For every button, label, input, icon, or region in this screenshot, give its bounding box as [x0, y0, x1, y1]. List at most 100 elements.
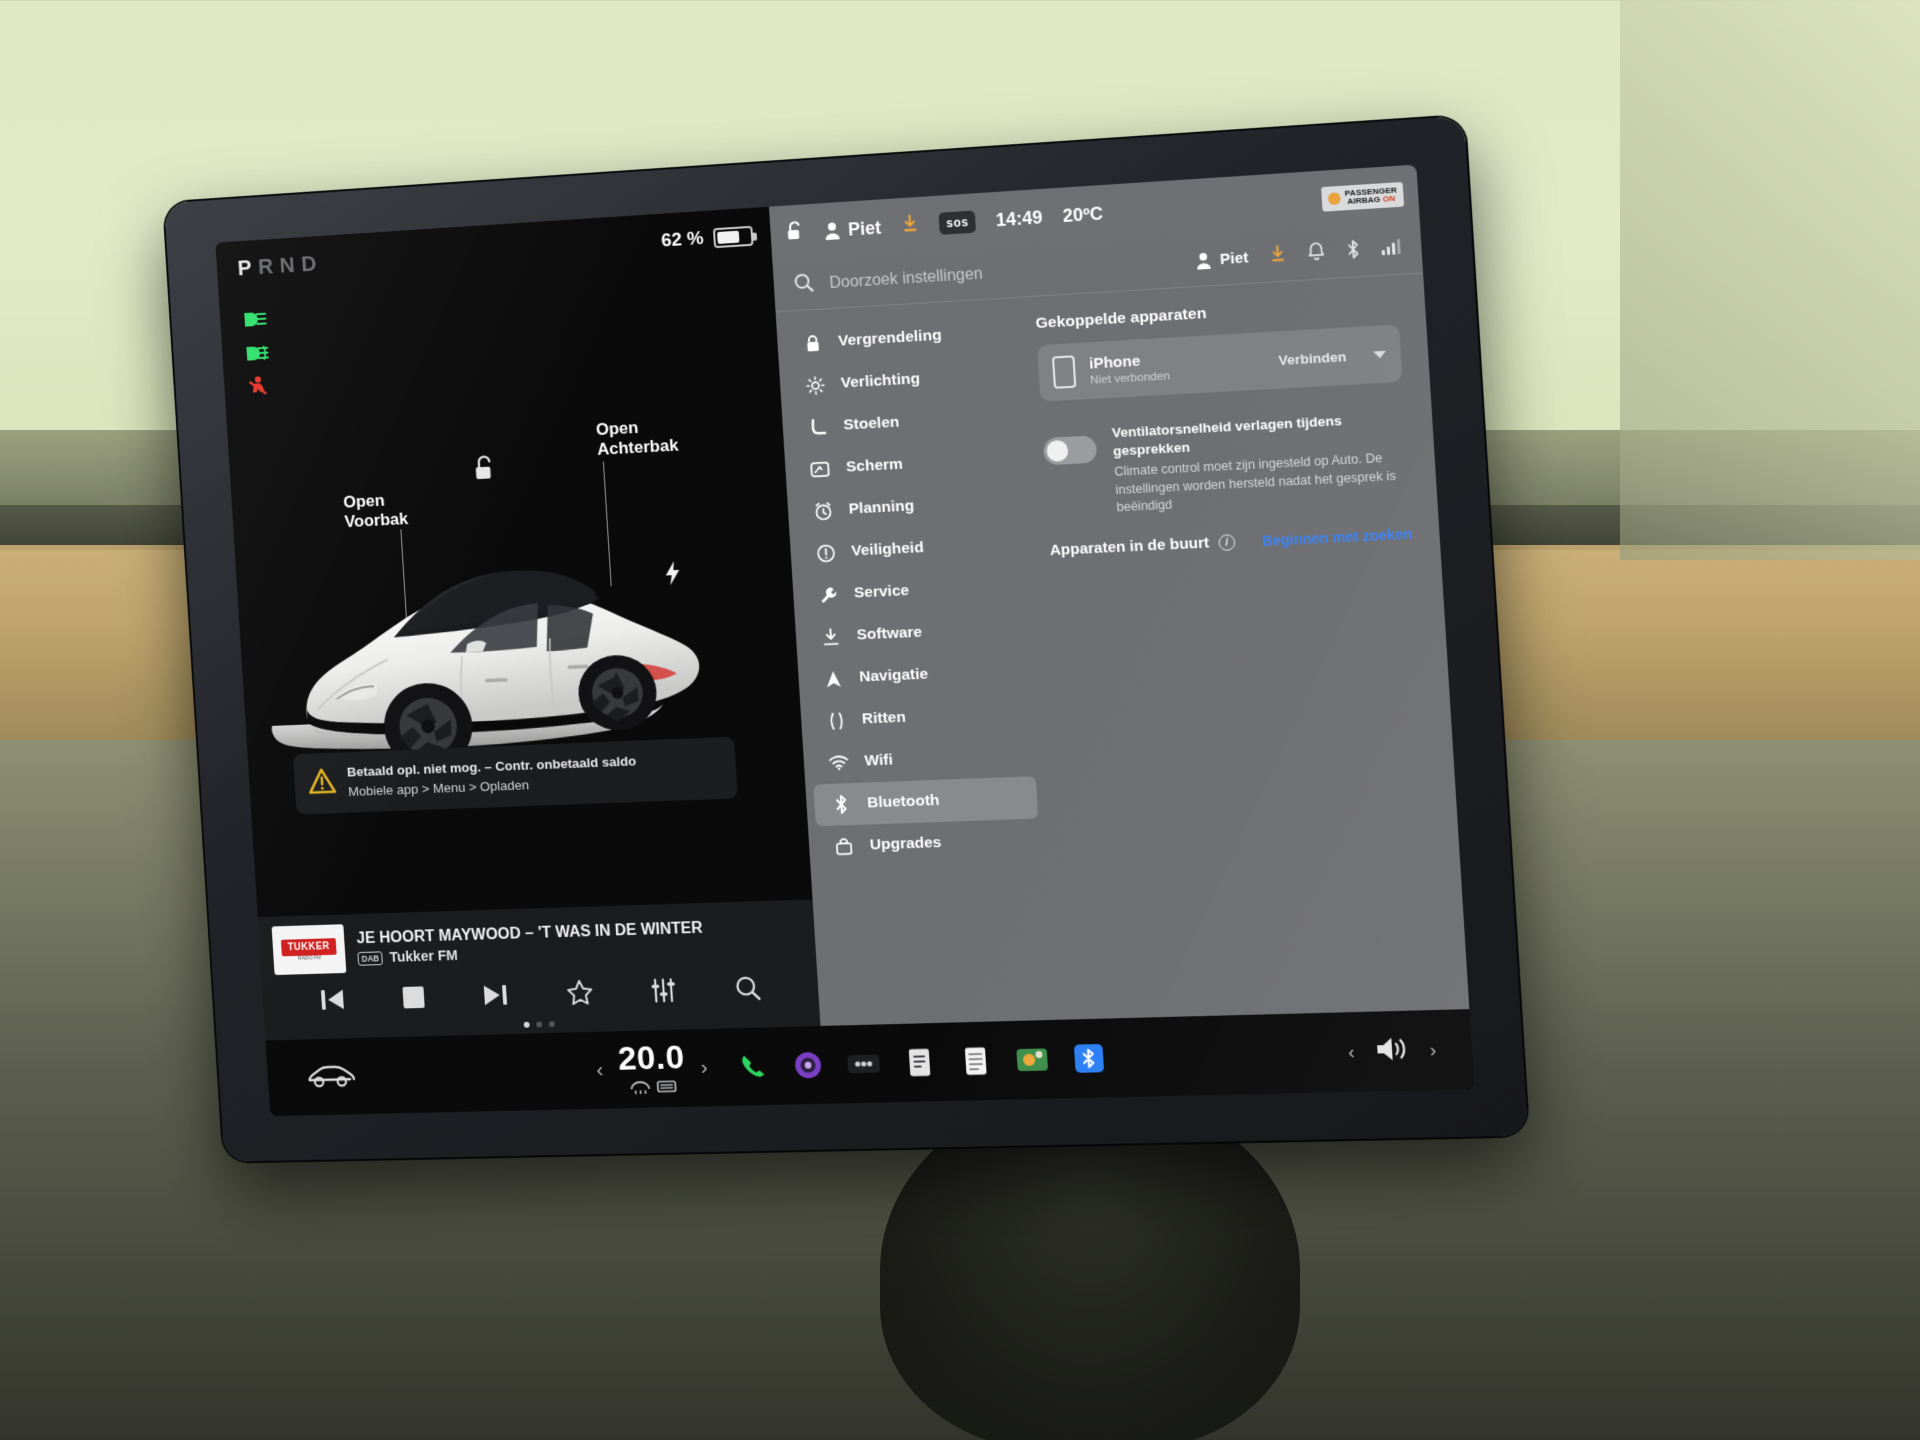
temp-decrease-button[interactable]: ‹ [596, 1058, 604, 1082]
outside-temperature: 20ºC [1062, 202, 1104, 226]
defrost-icons [619, 1079, 687, 1099]
bottom-bar-center: ‹ 20.0 › [486, 1025, 1223, 1103]
sidebar-item-label: Service [853, 582, 910, 602]
temp-increase-button[interactable]: › [700, 1056, 708, 1080]
front-defrost-icon[interactable] [629, 1080, 652, 1099]
nearby-devices-row: Apparaten in de buurt i Beginnen met zoe… [1049, 525, 1413, 560]
settings-body: Vergrendeling Verlichting Stoelen Scherm… [776, 273, 1470, 1026]
settings-nav-list: Vergrendeling Verlichting Stoelen Scherm… [776, 298, 1060, 1026]
info-icon[interactable]: i [1217, 533, 1236, 551]
connect-button[interactable]: Verbinden [1278, 348, 1347, 367]
stop-icon[interactable] [400, 984, 427, 1015]
sidebar-item-label: Bluetooth [866, 791, 941, 812]
main-body: Open Voorbak Open Achterbak Betaald opl.… [218, 222, 1470, 1041]
unlock-icon[interactable] [786, 219, 806, 247]
rear-trunk-label-2: Achterbak [596, 436, 680, 460]
clock: 14:49 [995, 206, 1044, 230]
battery-percent: 62 % [660, 227, 705, 252]
gear-rnd: RND [257, 250, 324, 279]
center-touchscreen[interactable]: PRND 62 % Piet sos 14:49 20ºC PASSENGER … [164, 115, 1529, 1162]
nearby-devices-title: Apparaten in de buurt [1049, 534, 1210, 560]
media-search-icon[interactable] [733, 974, 763, 1008]
volume-decrease-button[interactable]: ‹ [1348, 1041, 1356, 1063]
climate-temperature-control[interactable]: ‹ 20.0 › [594, 1038, 709, 1100]
fan-speed-description: Climate control moet zijn ingesteld op A… [1113, 451, 1397, 515]
sos-button[interactable]: sos [938, 210, 977, 235]
sidebar-item-label: Verlichting [840, 370, 921, 392]
next-track-icon[interactable] [480, 980, 511, 1015]
app-launcher-row [734, 1040, 1108, 1085]
album-art[interactable]: TUKKER RADIO FM [271, 924, 347, 976]
settings-panel: Doorzoek instellingen Piet Vergrendeling… [772, 222, 1470, 1026]
device-info: iPhone Niet verbonden [1089, 345, 1265, 386]
sidebar-item-label: Veiligheid [850, 539, 925, 560]
bluetooth-settings-content: Gekoppelde apparaten iPhone Niet verbond… [1014, 273, 1470, 1019]
windshield-pillar [1620, 0, 1920, 560]
road-icon [825, 711, 848, 731]
search-input[interactable]: Doorzoek instellingen [829, 253, 1180, 293]
bluetooth-icon[interactable] [1345, 239, 1361, 264]
station-name: Tukker FM [389, 947, 459, 966]
sidebar-item-label: Ritten [861, 708, 907, 728]
nearby-devices-label-group: Apparaten in de buurt i [1049, 533, 1236, 560]
fan-speed-toggle[interactable] [1042, 435, 1098, 466]
sidebar-item-upgrades[interactable]: Upgrades [816, 818, 1041, 868]
settings-header-icons: Piet [1195, 236, 1401, 273]
volume-increase-button[interactable]: › [1429, 1039, 1437, 1061]
charge-alert-line1: Betaald opl. niet mog. – Contr. onbetaal… [346, 752, 637, 780]
person-icon [1197, 252, 1212, 270]
equalizer-sliders-icon[interactable] [649, 976, 678, 1009]
airbag-label-bottom: AIRBAG [1347, 194, 1381, 207]
passenger-airbag-indicator: PASSENGER AIRBAG ON [1321, 181, 1405, 213]
sidebar-item-label: Scherm [845, 455, 904, 476]
download-arrow-icon[interactable] [1268, 244, 1287, 268]
car-visualization[interactable]: Open Voorbak Open Achterbak Betaald opl.… [219, 263, 813, 918]
wrench-icon [817, 585, 840, 605]
bottom-bar-left [267, 1057, 489, 1095]
voice-assistant-icon[interactable] [789, 1047, 827, 1084]
sidebar-item-label: Wifi [864, 751, 894, 770]
temperature-value: 20.0 [616, 1038, 686, 1078]
seat-icon [806, 417, 829, 437]
rear-trunk-callout[interactable]: Open Achterbak [595, 416, 679, 461]
page-dot[interactable] [523, 1021, 530, 1028]
car-icon[interactable] [305, 1060, 356, 1093]
rear-defrost-icon[interactable] [655, 1079, 678, 1098]
media-dots-icon[interactable] [845, 1045, 883, 1082]
display-icon [809, 460, 832, 478]
bluetooth-app-icon[interactable] [1070, 1040, 1109, 1077]
phone-icon[interactable] [734, 1048, 772, 1085]
sidebar-item-label: Upgrades [869, 833, 942, 854]
airbag-dot-icon [1328, 192, 1342, 206]
gear-indicator: PRND [237, 250, 324, 281]
signal-bars-icon[interactable] [1381, 238, 1401, 261]
page-dot[interactable] [535, 1021, 542, 1028]
favorite-star-icon[interactable] [565, 979, 594, 1012]
previous-track-icon[interactable] [316, 985, 347, 1020]
sidebar-item-label: Software [856, 623, 923, 644]
paired-device-row[interactable]: iPhone Niet verbonden Verbinden [1036, 324, 1403, 402]
settings-profile[interactable]: Piet [1196, 249, 1249, 270]
sidebar-item-label: Planning [848, 497, 915, 518]
speaker-volume-icon[interactable] [1372, 1033, 1412, 1070]
notes-icon[interactable] [957, 1043, 995, 1080]
bell-icon[interactable] [1307, 241, 1326, 266]
info-document-icon[interactable] [901, 1044, 939, 1081]
band-badge: DAB [357, 950, 384, 966]
chevron-down-icon[interactable] [1373, 350, 1387, 359]
sidebar-item-label: Vergrendeling [837, 326, 943, 350]
media-player[interactable]: TUKKER RADIO FM JE HOORT MAYWOOD – 'T WA… [257, 899, 821, 1041]
start-scan-button[interactable]: Beginnen met zoeken [1262, 525, 1413, 549]
brightness-icon [803, 375, 826, 395]
rear-trunk-label-1: Open [595, 418, 639, 440]
album-art-sub: RADIO FM [297, 954, 322, 962]
album-art-label: TUKKER [280, 937, 337, 956]
camera-icon[interactable] [1013, 1041, 1052, 1078]
wifi-icon [827, 754, 850, 771]
gear-p: P [236, 254, 259, 281]
driver-profile[interactable]: Piet [824, 217, 882, 242]
screen-content: PRND 62 % Piet sos 14:49 20ºC PASSENGER … [215, 164, 1475, 1117]
person-icon [825, 222, 840, 241]
page-dot[interactable] [548, 1021, 555, 1028]
download-arrow-icon[interactable] [900, 214, 919, 238]
